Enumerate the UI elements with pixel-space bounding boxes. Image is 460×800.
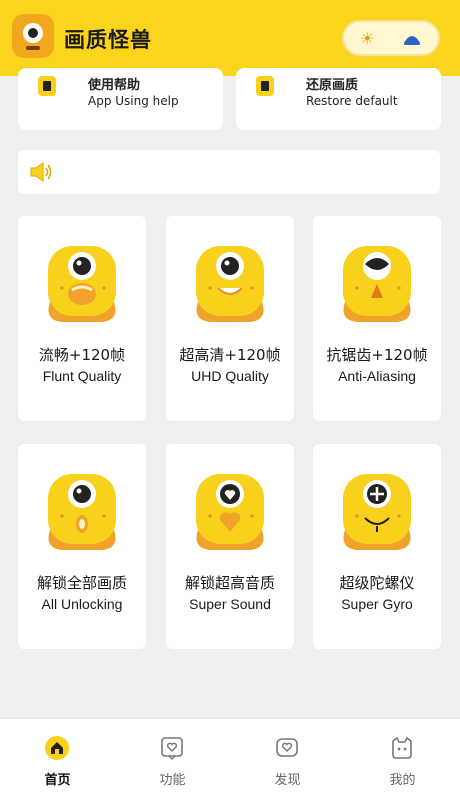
help-subtitle: App Using help (88, 94, 179, 108)
monster-gyro-icon (343, 474, 411, 550)
speaker-icon (30, 162, 52, 182)
function-icon (161, 737, 183, 760)
help-card[interactable]: 使用帮助 App Using help (18, 68, 223, 130)
monster-uhd-icon (196, 246, 264, 322)
app-title: 画质怪兽 (64, 28, 152, 52)
restore-card[interactable]: 还原画质 Restore default (236, 68, 441, 130)
moon-icon (404, 36, 420, 45)
feature-title-zh: 解锁超高音质 (184, 574, 275, 592)
monster-antialias-icon (343, 246, 411, 322)
feature-title-en: All Unlocking (41, 596, 123, 612)
notice-bar[interactable] (18, 150, 440, 194)
help-icon (38, 76, 56, 96)
feature-card-super-gyro[interactable]: 超级陀螺仪 Super Gyro (313, 444, 441, 649)
sun-icon: ☀ (360, 29, 375, 48)
nav-label-home: 首页 (44, 773, 71, 788)
restore-icon (256, 76, 274, 96)
feature-card-all-unlocking[interactable]: 解锁全部画质 All Unlocking (18, 444, 146, 649)
nav-item-profile[interactable]: 我的 (345, 719, 460, 800)
restore-subtitle: Restore default (306, 94, 398, 108)
profile-icon (392, 736, 412, 759)
feature-title-zh: 超级陀螺仪 (339, 574, 415, 592)
feature-title-en: Anti-Aliasing (338, 368, 416, 384)
nav-item-home[interactable]: 首页 (0, 719, 115, 800)
monster-unlock-icon (48, 474, 116, 550)
nav-label-function: 功能 (159, 773, 186, 788)
nav-label-profile: 我的 (389, 773, 416, 788)
nav-item-function[interactable]: 功能 (115, 719, 230, 800)
discover-icon (276, 738, 298, 757)
restore-title: 还原画质 (306, 78, 359, 93)
feature-title-en: Super Gyro (341, 596, 413, 612)
monster-smooth-icon (48, 246, 116, 322)
help-title: 使用帮助 (88, 78, 141, 93)
feature-card-super-sound[interactable]: 解锁超高音质 Super Sound (166, 444, 294, 649)
feature-title-zh: 解锁全部画质 (36, 574, 127, 592)
feature-card-anti-aliasing[interactable]: 抗锯齿+120帧 Anti-Aliasing (313, 216, 441, 421)
feature-card-uhd-quality[interactable]: 超高清+120帧 UHD Quality (166, 216, 294, 421)
bottom-nav: 首页 功能 发现 我的 (0, 718, 460, 800)
nav-item-discover[interactable]: 发现 (230, 719, 345, 800)
day-night-toggle[interactable]: ☀ (342, 20, 440, 56)
feature-card-flunt-quality[interactable]: 流畅+120帧 Flunt Quality (18, 216, 146, 421)
feature-title-zh: 抗锯齿+120帧 (326, 346, 428, 364)
monster-sound-icon (196, 474, 264, 550)
home-icon (45, 736, 69, 760)
feature-title-en: UHD Quality (191, 368, 269, 384)
feature-title-en: Flunt Quality (42, 368, 122, 384)
nav-label-discover: 发现 (274, 773, 301, 788)
app-logo (12, 14, 54, 58)
feature-title-zh: 超高清+120帧 (179, 346, 281, 364)
app-header: 画质怪兽 ☀ (0, 0, 460, 76)
feature-title-en: Super Sound (189, 596, 271, 612)
feature-title-zh: 流畅+120帧 (38, 346, 126, 364)
